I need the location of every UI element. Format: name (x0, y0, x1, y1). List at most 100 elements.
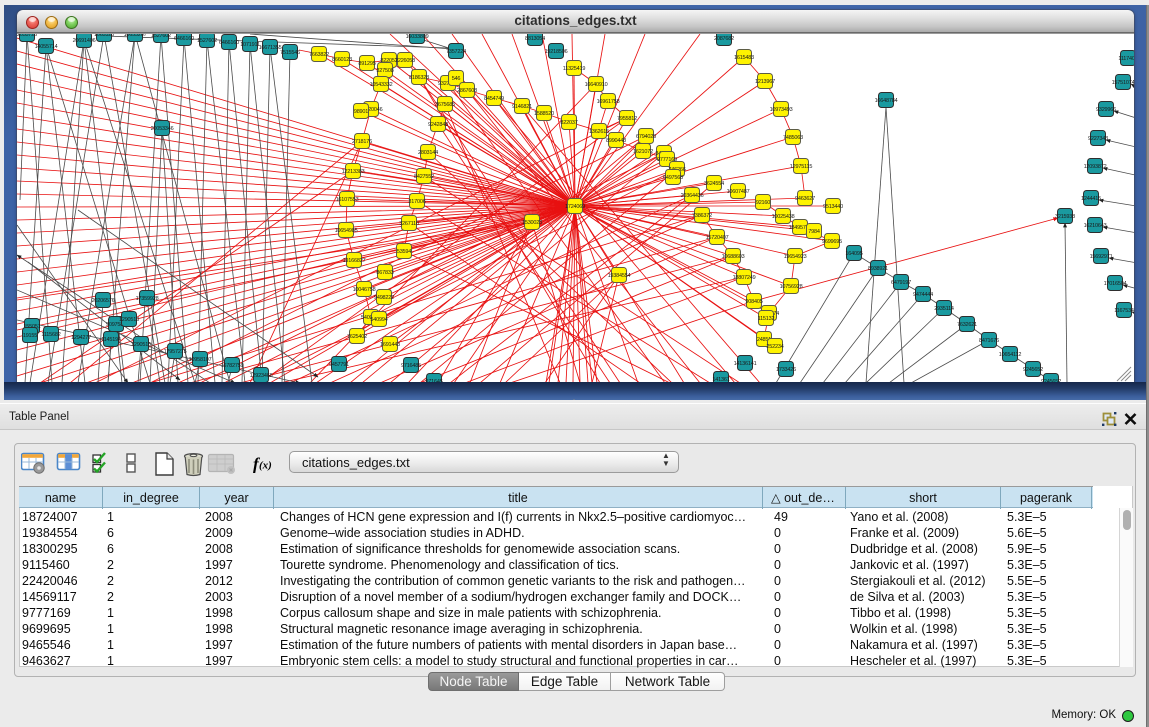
svg-text:7955812: 7955812 (617, 116, 637, 122)
svg-text:8813054: 8813054 (525, 36, 545, 42)
svg-text:17359928: 17359928 (136, 296, 159, 302)
svg-text:7984: 7984 (808, 229, 820, 235)
svg-text:1527602: 1527602 (151, 34, 171, 39)
svg-text:10756928: 10756928 (780, 284, 803, 290)
svg-text:20364436: 20364436 (681, 193, 704, 199)
svg-text:1115682: 1115682 (41, 332, 60, 338)
svg-text:9474444: 9474444 (913, 292, 933, 298)
svg-text:8471676: 8471676 (979, 338, 999, 344)
svg-text:3675685: 3675685 (435, 102, 455, 108)
svg-text:1290513: 1290513 (119, 317, 139, 323)
svg-text:10653267: 10653267 (124, 34, 147, 38)
svg-text:98901: 98901 (354, 109, 368, 115)
svg-text:7632621: 7632621 (957, 322, 977, 328)
svg-text:9498222: 9498222 (374, 295, 394, 301)
svg-text:867833: 867833 (376, 270, 393, 276)
svg-text:9699695: 9699695 (822, 239, 842, 245)
svg-text:16961758: 16961758 (597, 99, 620, 105)
svg-text:1065326: 1065326 (94, 34, 114, 38)
svg-text:18807249: 18807249 (733, 275, 756, 281)
svg-text:1071911: 1071911 (240, 42, 260, 48)
svg-text:16640910: 16640910 (585, 82, 608, 88)
svg-text:92160: 92160 (756, 200, 770, 206)
svg-text:9329966: 9329966 (1096, 107, 1116, 113)
svg-text:20053346: 20053346 (151, 126, 174, 132)
svg-text:1615483: 1615483 (734, 55, 754, 61)
svg-text:327508: 327508 (376, 68, 393, 74)
svg-text:9245652: 9245652 (1023, 367, 1043, 373)
svg-text:1724069: 1724069 (565, 204, 585, 210)
svg-text:7485063: 7485063 (783, 135, 803, 141)
svg-text:7625402: 7625402 (347, 334, 367, 340)
svg-text:20691406: 20691406 (73, 38, 96, 44)
svg-text:164095: 164095 (845, 251, 862, 257)
svg-text:7663822: 7663822 (309, 52, 329, 58)
svg-text:11325419: 11325419 (563, 66, 586, 72)
svg-text:8660123: 8660123 (332, 57, 352, 63)
svg-text:2803144: 2803144 (418, 150, 438, 156)
svg-text:3624554: 3624554 (704, 181, 724, 187)
svg-text:2226058: 2226058 (395, 58, 415, 64)
svg-text:20206576: 20206576 (92, 298, 115, 304)
svg-text:2935114: 2935114 (934, 306, 954, 312)
svg-text:1167534: 1167534 (1114, 308, 1134, 314)
svg-text:16107553: 16107553 (336, 197, 359, 203)
svg-text:16210643: 16210643 (1084, 223, 1107, 229)
svg-text:8990448: 8990448 (606, 138, 626, 144)
svg-text:3215938: 3215938 (1055, 214, 1075, 220)
svg-text:12093872: 12093872 (1084, 164, 1107, 170)
svg-text:7386372: 7386372 (692, 213, 712, 219)
svg-text:15692971: 15692971 (1090, 254, 1113, 260)
svg-text:19166827: 19166827 (343, 258, 366, 264)
svg-text:19384554: 19384554 (608, 273, 631, 279)
svg-text:8454749: 8454749 (484, 96, 504, 102)
svg-text:115132: 115132 (758, 316, 775, 322)
svg-text:12923468: 12923468 (250, 373, 273, 379)
svg-text:6466160: 6466160 (219, 40, 239, 46)
svg-text:10543332: 10543332 (370, 82, 393, 88)
svg-text:8186328: 8186328 (409, 75, 429, 81)
svg-text:1691443: 1691443 (380, 342, 400, 348)
svg-text:10654112: 10654112 (999, 352, 1022, 358)
svg-text:1244415: 1244415 (1081, 196, 1101, 202)
svg-text:17957275: 17957275 (164, 349, 187, 355)
svg-text:10654985: 10654985 (335, 228, 358, 234)
svg-text:1588520: 1588520 (534, 111, 554, 117)
svg-text:6497568: 6497568 (663, 175, 683, 181)
svg-text:1294277: 1294277 (71, 335, 91, 341)
svg-text:1530023: 1530023 (522, 220, 542, 226)
svg-text:1290515: 1290515 (131, 342, 151, 348)
svg-text:15751074: 15751074 (1112, 80, 1134, 86)
svg-text:540994: 540994 (370, 317, 387, 323)
svg-text:12975115: 12975115 (790, 164, 813, 170)
svg-text:9463627: 9463627 (795, 196, 815, 202)
svg-text:7357224: 7357224 (446, 49, 466, 55)
svg-text:1117404: 1117404 (1118, 56, 1134, 62)
svg-text:3267110: 3267110 (399, 221, 419, 227)
svg-text:6794028: 6794028 (636, 134, 656, 140)
svg-text:9457791: 9457791 (329, 362, 349, 368)
svg-text:16648784: 16648784 (875, 98, 898, 104)
svg-text:7515546: 7515546 (280, 50, 300, 56)
svg-text:9242848: 9242848 (428, 122, 448, 128)
svg-text:16033809: 16033809 (406, 34, 429, 40)
svg-text:14055714: 14055714 (35, 44, 58, 50)
svg-text:546: 546 (452, 76, 461, 82)
svg-text:1213967: 1213967 (755, 79, 775, 85)
svg-text:19155: 19155 (23, 333, 37, 339)
svg-text:317006: 317006 (408, 199, 425, 205)
svg-text:12213383: 12213383 (342, 169, 365, 175)
svg-text:9227343: 9227343 (1088, 136, 1108, 142)
svg-text:(x): (x) (259, 460, 272, 472)
svg-text:10688603: 10688603 (722, 254, 745, 260)
svg-text:10958107: 10958107 (189, 357, 212, 363)
svg-text:2087682: 2087682 (714, 36, 734, 42)
svg-text:9716485: 9716485 (401, 363, 421, 369)
svg-text:15720407: 15720407 (706, 235, 729, 241)
svg-text:2718176: 2718176 (352, 139, 372, 145)
svg-text:1733426: 1733426 (776, 367, 796, 373)
svg-text:1527602: 1527602 (197, 38, 217, 44)
svg-text:2055726: 2055726 (17, 34, 37, 38)
svg-text:6479197: 6479197 (891, 280, 911, 286)
svg-text:53594: 53594 (397, 249, 411, 255)
